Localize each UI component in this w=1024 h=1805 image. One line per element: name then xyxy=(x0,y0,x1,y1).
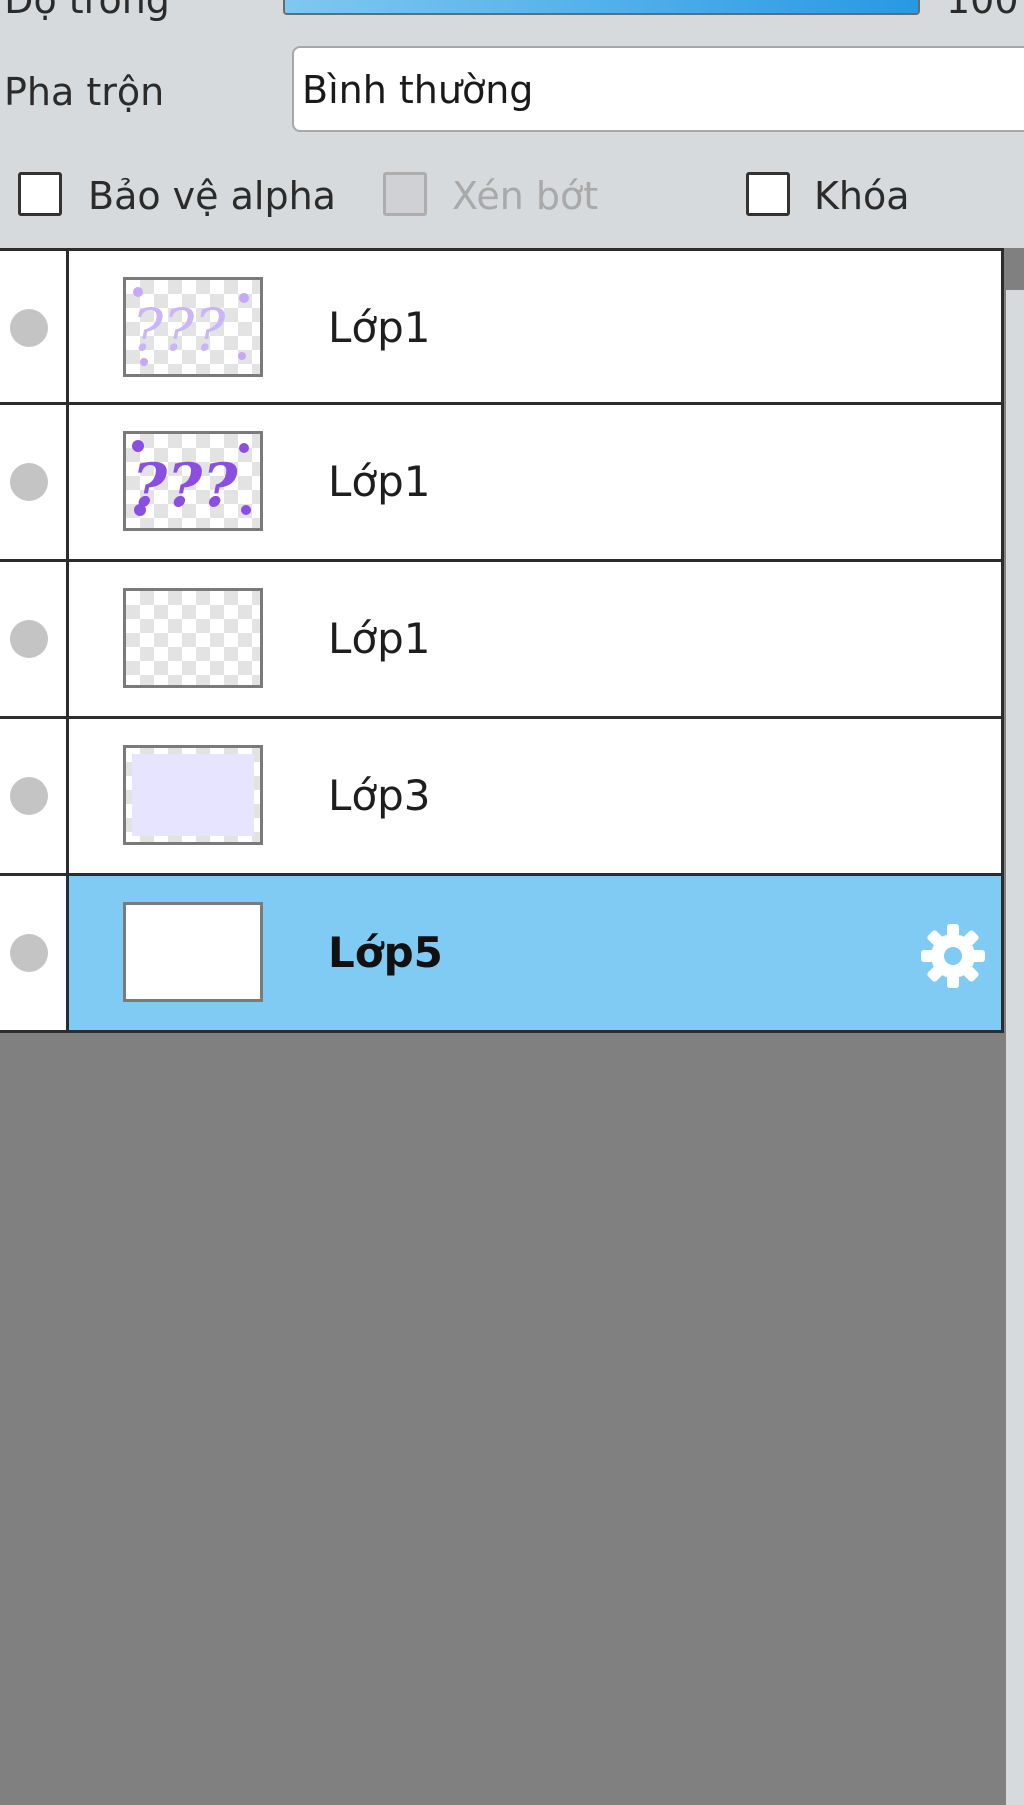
opacity-value: 100 xyxy=(946,0,1019,22)
layer-cell[interactable]: ??? Lớp1 xyxy=(66,248,1004,405)
visibility-toggle[interactable] xyxy=(0,876,66,1033)
layer-thumbnail xyxy=(123,745,263,845)
lock-checkbox[interactable] xyxy=(746,172,790,216)
protect-alpha-checkbox[interactable] xyxy=(18,172,62,216)
gear-icon[interactable] xyxy=(917,920,989,992)
layer-thumbnail xyxy=(123,902,263,1002)
layer-name: Lớp3 xyxy=(328,771,431,820)
clipping-label: Xén bớt xyxy=(452,174,599,218)
layer-row[interactable]: Lớp1 xyxy=(0,562,1006,719)
scrollbar-track[interactable] xyxy=(1006,290,1024,1805)
opacity-slider[interactable] xyxy=(283,0,920,15)
layer-row[interactable]: ??? Lớp1 xyxy=(0,248,1006,405)
visibility-toggle[interactable] xyxy=(0,719,66,876)
opacity-slider-fill xyxy=(285,0,918,13)
layer-name: Lớp1 xyxy=(328,303,431,352)
visibility-dot-icon xyxy=(10,777,48,815)
visibility-dot-icon xyxy=(10,934,48,972)
visibility-dot-icon xyxy=(10,463,48,501)
visibility-toggle[interactable] xyxy=(0,248,66,405)
layer-properties-panel: Độ trong 100 Pha trộn Bình thường Bảo vệ… xyxy=(0,0,1024,248)
visibility-toggle[interactable] xyxy=(0,405,66,562)
layer-thumbnail xyxy=(123,588,263,688)
visibility-dot-icon xyxy=(10,620,48,658)
visibility-toggle[interactable] xyxy=(0,562,66,719)
layer-name: Lớp5 xyxy=(328,928,443,977)
layer-thumbnail: ??? xyxy=(123,277,263,377)
clipping-checkbox xyxy=(383,172,427,216)
layer-cell[interactable]: ??? Lớp1 xyxy=(66,405,1004,562)
layer-name: Lớp1 xyxy=(328,457,431,506)
layer-row[interactable]: ??? Lớp1 xyxy=(0,405,1006,562)
svg-text:???: ??? xyxy=(132,451,238,521)
layer-row-selected[interactable]: Lớp5 xyxy=(0,876,1006,1033)
protect-alpha-label: Bảo vệ alpha xyxy=(88,174,336,218)
blend-mode-value: Bình thường xyxy=(302,68,534,112)
layer-row[interactable]: Lớp3 xyxy=(0,719,1006,876)
layer-cell[interactable]: Lớp5 xyxy=(66,876,1004,1033)
opacity-label: Độ trong xyxy=(4,0,170,22)
blend-mode-select[interactable]: Bình thường xyxy=(292,46,1024,132)
layer-thumbnail: ??? xyxy=(123,431,263,531)
layer-cell[interactable]: Lớp1 xyxy=(66,562,1004,719)
visibility-dot-icon xyxy=(10,309,48,347)
layer-cell[interactable]: Lớp3 xyxy=(66,719,1004,876)
blend-mode-label: Pha trộn xyxy=(4,70,165,114)
lock-label: Khóa xyxy=(814,174,910,218)
layer-name: Lớp1 xyxy=(328,614,431,663)
svg-text:???: ??? xyxy=(132,296,226,364)
